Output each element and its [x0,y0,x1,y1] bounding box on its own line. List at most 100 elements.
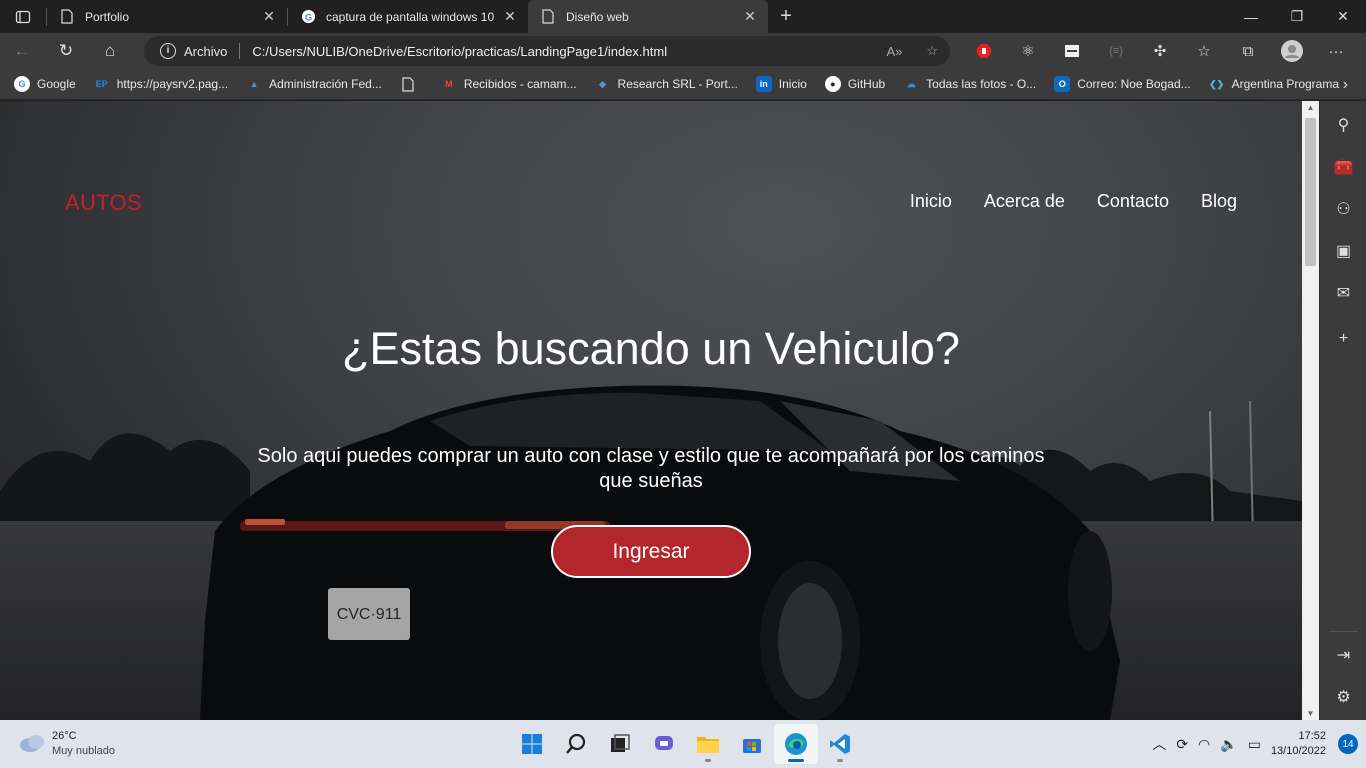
bookmark-afip[interactable]: ▲ Administración Fed... [246,76,382,92]
address-actions: A» ☆ [886,36,938,66]
shopping-icon[interactable]: ⚇ [1320,191,1366,227]
scroll-up-icon[interactable]: ▲ [1302,103,1319,112]
bookmark-label: Research SRL - Port... [617,77,738,91]
clock-date: 13/10/2022 [1270,745,1326,757]
minimize-icon[interactable]: — [1228,0,1274,33]
bookmark-label: Google [37,77,76,91]
tab-captura[interactable]: G captura de pantalla windows 10 ✕ [288,0,528,33]
bookmark-label: Administración Fed... [269,77,382,91]
new-tab-button[interactable]: + [768,5,804,28]
weather-widget[interactable]: 26°C Muy nublado [18,729,115,759]
nav-link-contacto[interactable]: Contacto [1097,191,1169,212]
extensions-puzzle-icon[interactable]: ✣ [1138,33,1182,69]
clock-time: 17:52 [1298,730,1326,742]
tab-title: Diseño web [566,9,629,24]
nav-link-acerca-de[interactable]: Acerca de [984,191,1065,212]
running-indicator [705,759,711,762]
page-icon [400,76,416,92]
collections-icon[interactable]: ⧉ [1226,33,1270,69]
tab-strip: Portfolio ✕ G captura de pantalla window… [0,0,1366,33]
tab-title: Portfolio [85,9,130,24]
hide-sidebar-icon[interactable]: ⇥ [1320,637,1366,673]
edge-sidebar: ⚲ 🧰 ⚇ ▣ ✉ + ⇥ ⚙ [1319,101,1366,720]
ep-icon: EP [95,79,108,89]
chat-icon[interactable] [642,724,686,764]
extension-box-icon[interactable] [1050,33,1094,69]
start-icon[interactable] [510,724,554,764]
close-tab-icon[interactable]: ✕ [261,8,277,25]
tab-diseno-web[interactable]: Diseño web ✕ [528,0,768,33]
page-viewport: CVC·911 AUTOS Inicio Acerca de Contacto … [0,101,1302,720]
svg-text:G: G [304,12,311,22]
bookmark-label: GitHub [847,77,886,91]
tab-portfolio[interactable]: Portfolio ✕ [47,0,287,33]
file-explorer-icon[interactable] [686,724,730,764]
edge-icon[interactable] [774,724,818,764]
running-indicator [788,759,804,762]
hero-subtitle: Solo aqui puedes comprar un auto con cla… [257,445,1045,492]
favorites-icon[interactable]: ☆ [1182,33,1226,69]
clock[interactable]: 17:52 13/10/2022 [1271,729,1326,759]
back-arrow-icon[interactable]: ← [0,33,44,69]
volume-icon[interactable]: 🔈 [1220,736,1237,753]
nav-link-inicio[interactable]: Inicio [910,191,952,212]
close-window-icon[interactable]: ✕ [1320,0,1366,33]
info-icon[interactable]: i [160,43,176,59]
bookmark-label: Todas las fotos - O... [926,77,1037,91]
running-indicator [837,759,843,762]
chevron-up-icon[interactable]: ︿ [1152,734,1166,754]
wifi-icon[interactable]: ◠ [1198,736,1210,753]
search-icon[interactable] [554,724,598,764]
scroll-down-icon[interactable]: ▼ [1302,709,1319,718]
home-icon[interactable]: ⌂ [88,33,132,69]
outlook-icon[interactable]: ✉ [1320,275,1366,311]
nav-link-blog[interactable]: Blog [1201,191,1237,212]
add-favorite-icon[interactable]: ☆ [926,43,938,59]
bookmark-outlook[interactable]: O Correo: Noe Bogad... [1054,76,1191,92]
json-viewer-icon[interactable]: {≡} [1094,33,1138,69]
settings-gear-icon[interactable]: ⚙ [1320,679,1366,715]
tab-actions-icon[interactable] [0,0,46,33]
address-bar[interactable]: i Archivo C:/Users/NULIB/OneDrive/Escrit… [144,36,950,66]
task-view-icon[interactable] [598,724,642,764]
notification-badge[interactable]: 14 [1338,734,1358,754]
address-divider [239,43,241,59]
bookmark-gmail[interactable]: M Recibidos - camam... [441,76,576,92]
store-icon[interactable] [730,724,774,764]
close-tab-icon[interactable]: ✕ [742,8,758,25]
battery-icon[interactable]: ▭ [1248,736,1261,753]
add-icon[interactable]: + [1320,321,1366,357]
refresh-icon[interactable]: ↻ [44,33,88,69]
bookmark-paysrv[interactable]: EP https://paysrv2.pag... [94,76,228,92]
bookmark-onedrive[interactable]: ☁ Todas las fotos - O... [903,76,1037,92]
bookmark-google[interactable]: G Google [14,76,76,92]
profile-avatar[interactable] [1270,33,1314,69]
read-aloud-icon[interactable]: A» [886,44,902,59]
more-menu-icon[interactable]: ··· [1314,33,1358,69]
afip-icon: ▲ [249,79,259,89]
browser-toolbar: ← ↻ ⌂ i Archivo C:/Users/NULIB/OneDrive/… [0,33,1366,69]
bookmark-blank[interactable] [400,76,423,92]
window-controls: — ❐ ✕ [1228,0,1366,33]
close-tab-icon[interactable]: ✕ [502,8,518,25]
vscode-icon[interactable] [818,724,862,764]
site-logo[interactable]: AUTOS [65,190,142,216]
bookmark-github[interactable]: ● GitHub [824,76,886,92]
address-url[interactable]: C:/Users/NULIB/OneDrive/Escritorio/pract… [252,44,667,59]
bookmark-argentina-programa[interactable]: ❮❯ Argentina Programa [1209,76,1339,92]
bookmark-linkedin[interactable]: in Inicio [755,76,807,92]
ingresar-button[interactable]: Ingresar [551,525,751,578]
adblock-icon[interactable] [962,33,1006,69]
tools-icon[interactable]: 🧰 [1320,149,1366,185]
weather-desc: Muy nublado [52,745,115,757]
hero-title: ¿Estas buscando un Vehiculo? [342,323,960,374]
search-icon[interactable]: ⚲ [1320,107,1366,143]
scrollbar-thumb[interactable] [1305,118,1316,266]
office-icon[interactable]: ▣ [1320,233,1366,269]
restore-icon[interactable]: ❐ [1274,0,1320,33]
react-devtools-icon[interactable]: ⚛ [1006,33,1050,69]
sync-icon[interactable]: ⟳ [1176,736,1188,753]
page-scrollbar[interactable]: ▲ ▼ [1302,101,1319,720]
chevron-right-icon[interactable]: › [1343,76,1348,94]
bookmark-research[interactable]: ◆ Research SRL - Port... [595,76,738,92]
